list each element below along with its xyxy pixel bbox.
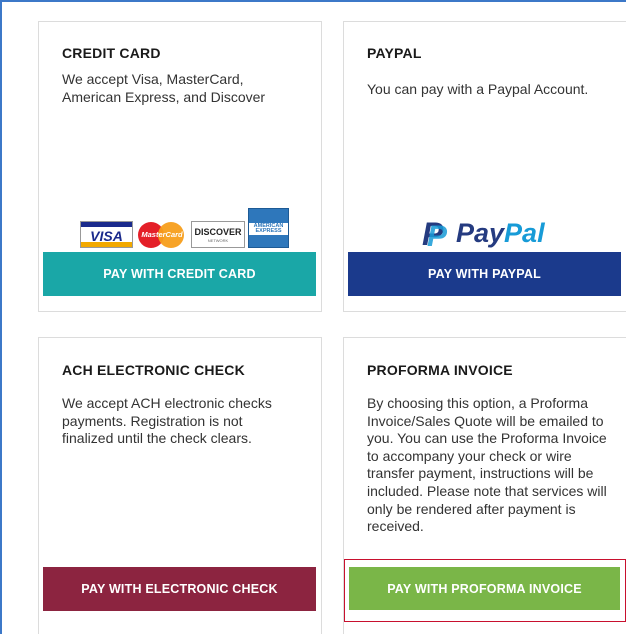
pay-with-credit-card-button[interactable]: PAY WITH CREDIT CARD (43, 252, 316, 296)
proforma-description: By choosing this option, a Proforma Invo… (367, 395, 607, 535)
selected-option-highlight (344, 559, 626, 622)
paypal-logo-icon: P P Pay Pal (422, 215, 545, 253)
ach-description: We accept ACH electronic checks payments… (62, 395, 272, 447)
ach-electronic-check-option: ACH ELECTRONIC CHECK We accept ACH elect… (38, 337, 322, 634)
mastercard-logo-icon: MasterCard (136, 221, 188, 248)
visa-logo-icon: VISA (80, 221, 133, 248)
credit-card-title: CREDIT CARD (62, 45, 161, 61)
pay-with-paypal-button[interactable]: PAY WITH PAYPAL (348, 252, 621, 296)
ach-title: ACH ELECTRONIC CHECK (62, 362, 245, 378)
proforma-title: PROFORMA INVOICE (367, 362, 513, 378)
amex-logo-icon: AMERICAN EXPRESS (248, 208, 289, 248)
paypal-title: PAYPAL (367, 45, 422, 61)
credit-card-description: We accept Visa, MasterCard, American Exp… (62, 71, 266, 105)
discover-logo-icon: DISCOVER NETWORK (191, 221, 245, 248)
paypal-description: You can pay with a Paypal Account. (367, 81, 589, 97)
paypal-option: PAYPAL You can pay with a Paypal Account… (343, 21, 626, 312)
credit-card-option: CREDIT CARD We accept Visa, MasterCard, … (38, 21, 322, 312)
pay-with-electronic-check-button[interactable]: PAY WITH ELECTRONIC CHECK (43, 567, 316, 611)
credit-card-logos: VISA MasterCard DISCOVER NETWORK AMERICA… (80, 208, 289, 248)
